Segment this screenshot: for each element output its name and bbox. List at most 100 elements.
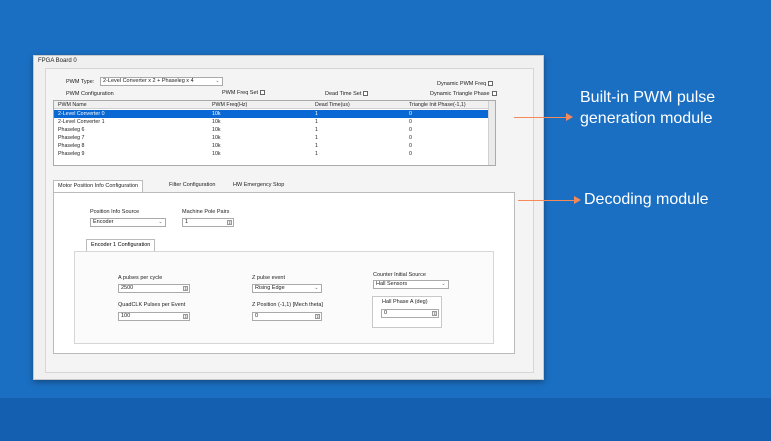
pulses-stepper[interactable]: 2500 ⇕ [118, 284, 190, 293]
pulses-value: 2500 [121, 285, 134, 291]
dynamic-freq-label: Dynamic PWM Freq [437, 81, 487, 87]
pwm-freq-set-checkbox[interactable]: PWM Freq Set [222, 90, 266, 96]
cell: 0 [409, 111, 412, 117]
app-window: FPGA Board 0 PWM Type: 2-Level Converter… [33, 55, 544, 380]
pwm-type-value: 2-Level Converter x 2 + Phaseleg x 4 [103, 78, 194, 84]
cell: 1 [315, 151, 318, 157]
zpulse-label: Z pulse event [252, 275, 286, 281]
cell: 1 [315, 143, 318, 149]
zpos-stepper[interactable]: 0 ⇕ [252, 312, 322, 321]
hall-value: 0 [384, 310, 388, 316]
cell: Phaseleg 9 [58, 151, 85, 157]
tab-encoder-1[interactable]: Encoder 1 Configuration [86, 239, 156, 251]
cell: 0 [409, 127, 412, 133]
pulses-label: A pulses per cycle [118, 275, 163, 281]
column-header: Triangle Init Phase(-1,1) [409, 102, 466, 108]
cell: 0 [409, 151, 412, 157]
pwm-arrow-line [514, 117, 566, 118]
pwm-table: PWM Name PWM Freq(Hz) Dead Time(us) Tria… [53, 100, 496, 166]
chevron-down-icon: ⌄ [441, 281, 446, 287]
hall-group: Hall Phase A (deg) 0 ⇕ [372, 296, 442, 328]
tab-hw-emergency-stop[interactable]: HW Emergency Stop [229, 180, 288, 192]
cell: 1 [315, 119, 318, 125]
table-header: PWM Name PWM Freq(Hz) Dead Time(us) Tria… [54, 101, 490, 109]
cell: 10k [212, 151, 221, 157]
position-source-label: Position Info Source [90, 209, 140, 215]
cell: 10k [212, 127, 221, 133]
counter-source-label: Counter Initial Source [373, 272, 426, 278]
position-source-select[interactable]: Encoder ⌄ [90, 218, 166, 227]
cell: 0 [409, 143, 412, 149]
column-header: PWM Freq(Hz) [212, 102, 248, 108]
cell: Phaseleg 8 [58, 143, 85, 149]
cell: 2-Level Converter 0 [58, 111, 105, 117]
quadclk-stepper[interactable]: 100 ⇕ [118, 312, 190, 321]
cell: 10k [212, 143, 221, 149]
dead-time-set-label: Dead Time Set [325, 91, 362, 97]
table-row[interactable]: Phaseleg 7 10k 1 0 [54, 134, 490, 142]
counter-source-value: Hall Sensors [376, 281, 408, 287]
dynamic-freq-checkbox[interactable]: Dynamic PWM Freq [437, 81, 494, 87]
spin-arrows-icon[interactable]: ⇕ [183, 286, 188, 291]
checkbox-icon [488, 81, 494, 87]
cell: 10k [212, 111, 221, 117]
quadclk-value: 100 [121, 313, 131, 319]
cell: Phaseleg 6 [58, 127, 85, 133]
dynamic-phase-label: Dynamic Triangle Phase [430, 91, 490, 97]
cell: 10k [212, 135, 221, 141]
chevron-down-icon: ⌄ [314, 285, 319, 291]
footer-band [0, 398, 771, 441]
cell: 10k [212, 119, 221, 125]
dynamic-phase-checkbox[interactable]: Dynamic Triangle Phase [430, 91, 497, 97]
cell: 0 [409, 135, 412, 141]
chevron-down-icon: ⌄ [158, 219, 163, 225]
table-row[interactable]: Phaseleg 6 10k 1 0 [54, 126, 490, 134]
table-row[interactable]: Phaseleg 9 10k 1 0 [54, 150, 490, 158]
table-row[interactable]: 2-Level Converter 0 10k 1 0 [54, 110, 490, 118]
cell: 1 [315, 111, 318, 117]
table-row[interactable]: Phaseleg 8 10k 1 0 [54, 142, 490, 150]
pwm-annotation-line2: generation module [580, 110, 713, 127]
window-title: FPGA Board 0 [38, 58, 77, 64]
arrow-right-icon [574, 196, 581, 204]
spin-arrows-icon[interactable]: ⇕ [432, 311, 437, 316]
spin-arrows-icon[interactable]: ⇕ [227, 220, 232, 225]
counter-source-select[interactable]: Hall Sensors ⌄ [373, 280, 449, 289]
pwm-type-label: PWM Type: [66, 79, 95, 85]
spin-arrows-icon[interactable]: ⇕ [315, 314, 320, 319]
pole-pairs-label: Machine Pole Pairs [182, 209, 230, 215]
dead-time-set-checkbox[interactable]: Dead Time Set [325, 91, 369, 97]
hall-label: Hall Phase A (deg) [382, 299, 428, 305]
chevron-down-icon: ⌄ [215, 78, 220, 84]
arrow-right-icon [566, 113, 573, 121]
column-header: Dead Time(us) [315, 102, 350, 108]
decoding-annotation: Decoding module [584, 191, 709, 208]
cell: Phaseleg 7 [58, 135, 85, 141]
spin-arrows-icon[interactable]: ⇕ [183, 314, 188, 319]
hall-stepper[interactable]: 0 ⇕ [381, 309, 439, 318]
quadclk-label: QuadCLK Pulses per Event [118, 302, 186, 308]
pwm-annotation-line1: Built-in PWM pulse [580, 89, 716, 106]
pole-pairs-stepper[interactable]: 1 ⇕ [182, 218, 234, 227]
pole-pairs-value: 1 [185, 219, 189, 225]
pwm-config-label: PWM Configuration [66, 91, 114, 97]
checkbox-icon [260, 90, 266, 96]
pwm-freq-set-label: PWM Freq Set [222, 90, 259, 96]
checkbox-icon [491, 91, 497, 97]
table-scrollbar[interactable] [488, 101, 495, 165]
pwm-type-select[interactable]: 2-Level Converter x 2 + Phaseleg x 4 ⌄ [100, 77, 223, 86]
zpulse-select[interactable]: Rising Edge ⌄ [252, 284, 322, 293]
checkbox-icon [363, 91, 369, 97]
cell: 0 [409, 119, 412, 125]
tab-motor-position[interactable]: Motor Position Info Configuration [53, 180, 144, 192]
zpos-value: 0 [255, 313, 259, 319]
zpos-label: Z Position (-1,1) [Mech theta] [252, 302, 323, 308]
column-header: PWM Name [58, 102, 87, 108]
tab-filter[interactable]: Filter Configuration [165, 180, 219, 192]
zpulse-value: Rising Edge [255, 285, 285, 291]
cell: 1 [315, 127, 318, 133]
table-row[interactable]: 2-Level Converter 1 10k 1 0 [54, 118, 490, 126]
decoding-arrow-line [518, 200, 576, 201]
cell: 1 [315, 135, 318, 141]
position-source-value: Encoder [93, 219, 114, 225]
